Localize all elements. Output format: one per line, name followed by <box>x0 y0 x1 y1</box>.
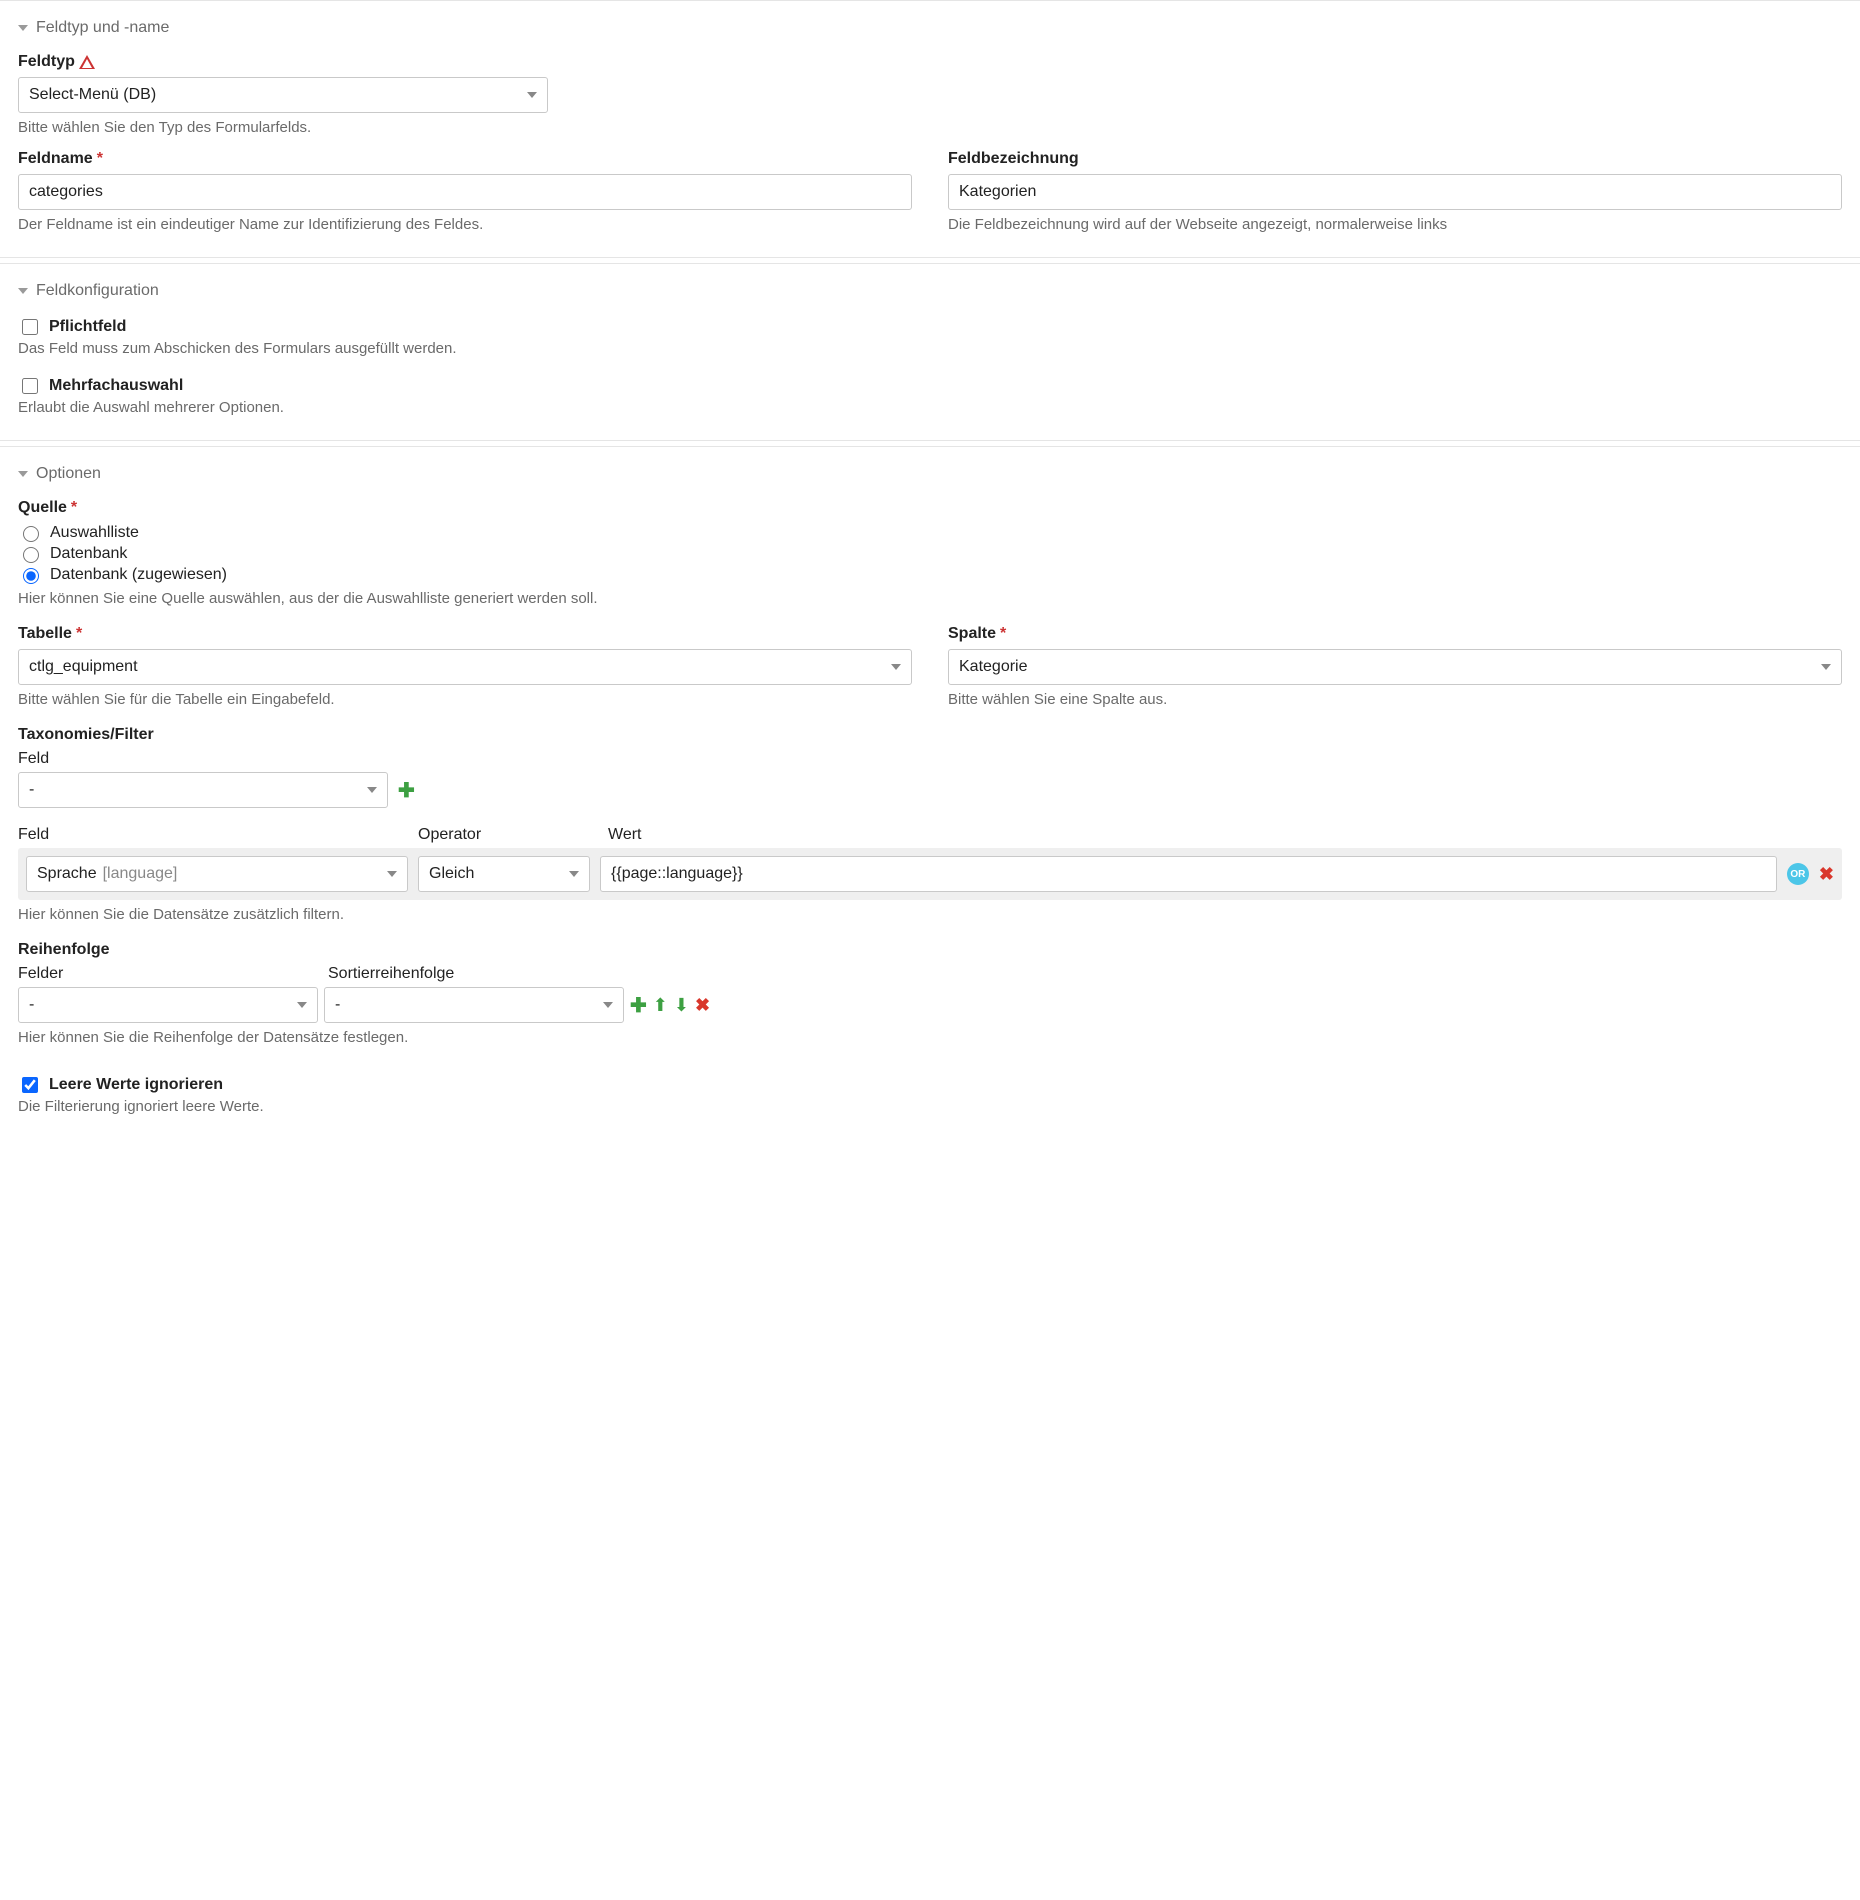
chevron-down-icon <box>18 25 28 31</box>
select-filter-feld[interactable]: Sprache[language] <box>26 856 408 892</box>
field-label-quelle: Quelle* <box>18 499 1842 517</box>
help-tabelle: Bitte wählen Sie für die Tabelle ein Ein… <box>18 691 912 708</box>
sublabel-filter-feld: Feld <box>18 826 418 844</box>
sublabel-filter-wert: Wert <box>608 826 1842 844</box>
sublabel-filter-operator: Operator <box>418 826 608 844</box>
warning-icon <box>79 55 95 69</box>
chevron-down-icon <box>603 1002 613 1008</box>
field-label-tabelle: Tabelle* <box>18 625 912 643</box>
help-spalte: Bitte wählen Sie eine Spalte aus. <box>948 691 1842 708</box>
help-leere: Die Filterierung ignoriert leere Werte. <box>18 1098 1842 1115</box>
chevron-down-icon <box>387 871 397 877</box>
help-feldname: Der Feldname ist ein eindeutiger Name zu… <box>18 216 912 233</box>
sublabel-feld: Feld <box>18 750 1842 768</box>
checkbox-label: Leere Werte ignorieren <box>49 1076 223 1094</box>
checkbox-label: Mehrfachauswahl <box>49 377 183 395</box>
required-marker: * <box>71 499 77 517</box>
section-title: Optionen <box>36 465 101 483</box>
input-filter-wert[interactable] <box>600 856 1777 892</box>
section-header[interactable]: Optionen <box>18 465 1842 483</box>
field-label-taxonomies: Taxonomies/Filter <box>18 726 1842 744</box>
help-reihenfolge: Hier können Sie die Reihenfolge der Date… <box>18 1029 1842 1046</box>
add-icon[interactable]: ✚ <box>398 778 415 803</box>
radio-datenbank-zugewiesen[interactable] <box>23 568 39 584</box>
field-label-reihenfolge: Reihenfolge <box>18 941 1842 959</box>
help-feldtyp: Bitte wählen Sie den Typ des Formularfel… <box>18 119 548 136</box>
required-marker: * <box>1000 625 1006 643</box>
help-tax: Hier können Sie die Datensätze zusätzlic… <box>18 906 1842 923</box>
chevron-down-icon <box>297 1002 307 1008</box>
chevron-down-icon <box>18 288 28 294</box>
chevron-down-icon <box>367 787 377 793</box>
delete-icon[interactable]: ✖ <box>1819 864 1834 885</box>
required-marker: * <box>97 150 103 168</box>
radio-label: Auswahlliste <box>50 524 139 542</box>
move-up-icon[interactable]: ⬆ <box>653 995 668 1016</box>
select-spalte[interactable]: Kategorie <box>948 649 1842 685</box>
chevron-down-icon <box>569 871 579 877</box>
radio-datenbank[interactable] <box>23 547 39 563</box>
help-feldbez: Die Feldbezeichnung wird auf der Webseit… <box>948 216 1842 233</box>
section-header[interactable]: Feldtyp und -name <box>18 19 1842 37</box>
select-tax-feld[interactable]: - <box>18 772 388 808</box>
select-tabelle[interactable]: ctlg_equipment <box>18 649 912 685</box>
section-title: Feldtyp und -name <box>36 19 169 37</box>
checkbox-leere-werte[interactable] <box>22 1077 38 1093</box>
input-feldbez[interactable] <box>948 174 1842 210</box>
radio-label: Datenbank <box>50 545 127 563</box>
field-label-feldbez: Feldbezeichnung <box>948 150 1842 168</box>
add-icon[interactable]: ✚ <box>630 993 647 1018</box>
select-order-sort[interactable]: - <box>324 987 624 1023</box>
sublabel-sortierreihenfolge: Sortierreihenfolge <box>328 965 454 983</box>
help-quelle: Hier können Sie eine Quelle auswählen, a… <box>18 590 1842 607</box>
delete-icon[interactable]: ✖ <box>695 995 710 1016</box>
field-label-feldname: Feldname* <box>18 150 912 168</box>
chevron-down-icon <box>891 664 901 670</box>
chevron-down-icon <box>18 471 28 477</box>
field-label-spalte: Spalte* <box>948 625 1842 643</box>
section-optionen: Optionen Quelle* Auswahlliste Datenbank … <box>0 446 1860 1139</box>
required-marker: * <box>76 625 82 643</box>
chevron-down-icon <box>527 92 537 98</box>
help-pflicht: Das Feld muss zum Abschicken des Formula… <box>18 340 1842 357</box>
chevron-down-icon <box>1821 664 1831 670</box>
checkbox-label: Pflichtfeld <box>49 318 126 336</box>
section-feldtyp-name: Feldtyp und -name Feldtyp Select-Menü (D… <box>0 0 1860 258</box>
filter-row: Sprache[language] Gleich OR ✖ <box>18 848 1842 900</box>
field-label-feldtyp: Feldtyp <box>18 53 548 71</box>
radio-auswahlliste[interactable] <box>23 526 39 542</box>
input-feldname[interactable] <box>18 174 912 210</box>
section-feldkonfiguration: Feldkonfiguration Pflichtfeld Das Feld m… <box>0 263 1860 441</box>
select-filter-operator[interactable]: Gleich <box>418 856 590 892</box>
checkbox-mehrfach[interactable] <box>22 378 38 394</box>
select-order-felder[interactable]: - <box>18 987 318 1023</box>
section-title: Feldkonfiguration <box>36 282 159 300</box>
help-mehrfach: Erlaubt die Auswahl mehrerer Optionen. <box>18 399 1842 416</box>
select-feldtyp[interactable]: Select-Menü (DB) <box>18 77 548 113</box>
checkbox-pflichtfeld[interactable] <box>22 319 38 335</box>
or-badge[interactable]: OR <box>1787 863 1809 885</box>
sublabel-felder: Felder <box>18 965 328 983</box>
section-header[interactable]: Feldkonfiguration <box>18 282 1842 300</box>
radio-label: Datenbank (zugewiesen) <box>50 566 227 584</box>
move-down-icon[interactable]: ⬇ <box>674 995 689 1016</box>
